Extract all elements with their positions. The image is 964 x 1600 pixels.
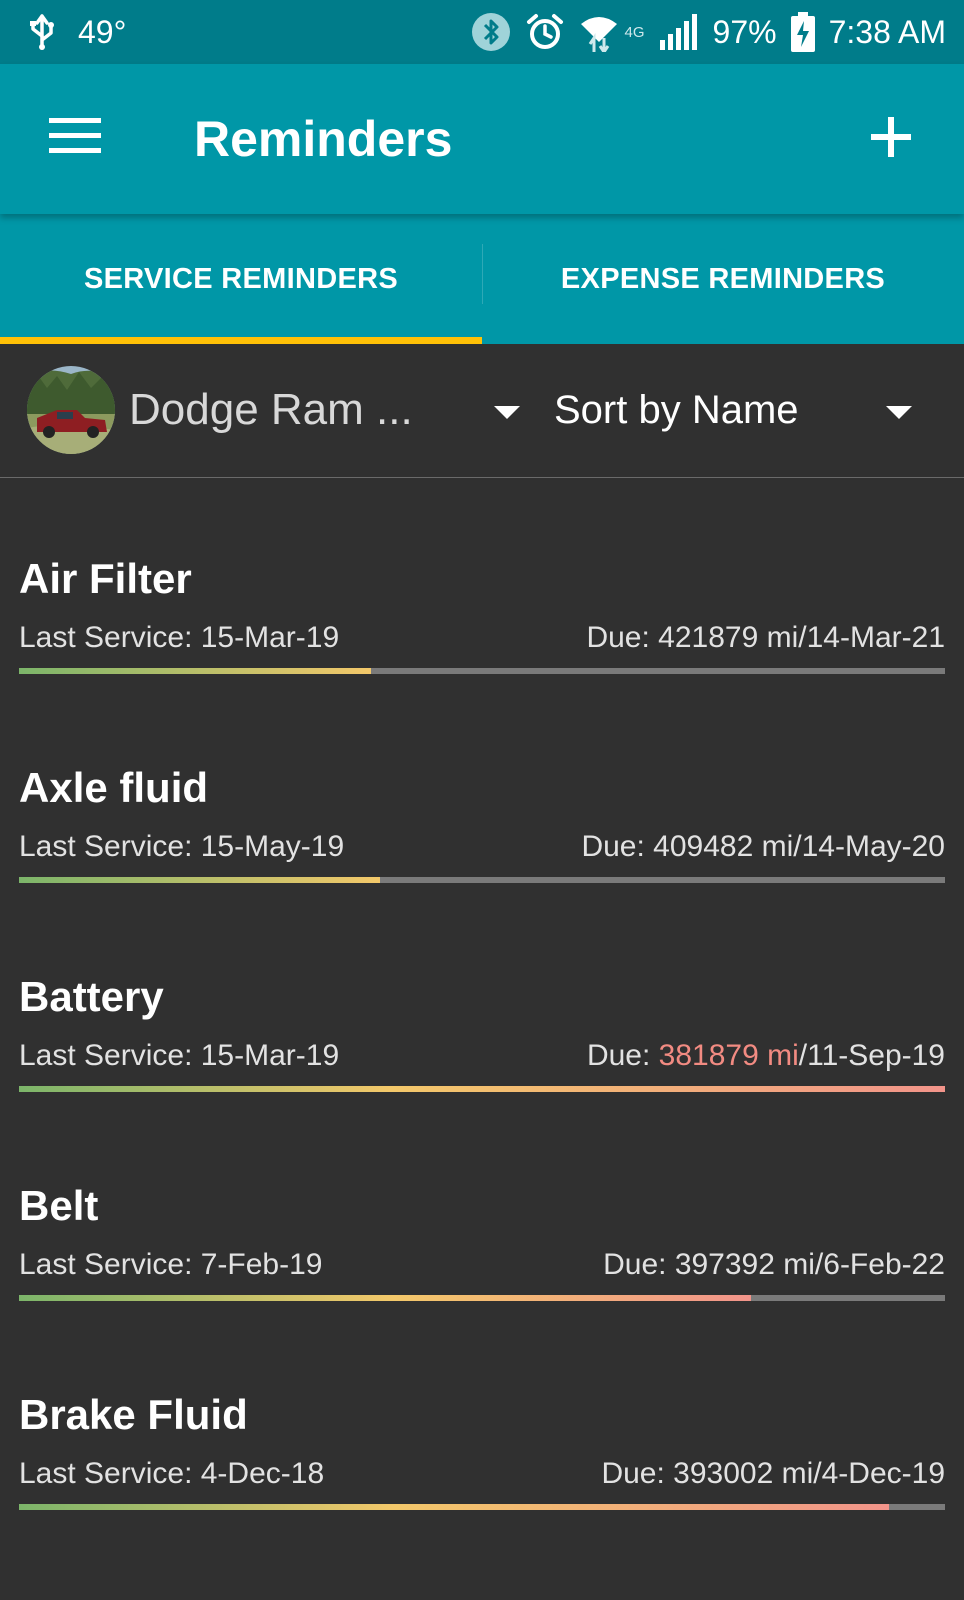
wifi-icon [579, 12, 619, 52]
reminder-name: Belt [19, 1182, 99, 1229]
hamburger-menu-icon [49, 117, 101, 159]
reminder-item[interactable]: Axle fluid Last Service: 15-May-19 Due: … [0, 687, 964, 896]
battery-charging-icon [790, 12, 815, 52]
plus-icon [871, 116, 911, 162]
reminder-item[interactable]: Belt Last Service: 7-Feb-19 Due: 397392 … [0, 1105, 964, 1314]
tab-bar: SERVICE REMINDERS EXPENSE REMINDERS [0, 214, 964, 344]
progress-track [19, 877, 945, 883]
progress-track [19, 1086, 945, 1092]
progress-track [19, 1295, 945, 1301]
due-prefix: Due: [603, 1248, 675, 1281]
due-prefix: Due: [601, 1457, 674, 1490]
progress-track [19, 1504, 945, 1510]
clock-time: 7:38 AM [828, 13, 946, 50]
due-date: /11-Sep-19 [798, 1039, 945, 1072]
alarm-icon [525, 12, 565, 52]
vehicle-avatar [27, 366, 115, 454]
reminder-name: Brake Fluid [19, 1391, 248, 1438]
progress-track [19, 668, 945, 674]
sort-selector[interactable]: Sort by Name [540, 344, 964, 477]
last-service-text: Last Service: 15-Mar-19 [19, 621, 340, 654]
due-text: Due: 421879 mi/14-Mar-21 [586, 620, 945, 656]
progress-fill [19, 1086, 945, 1092]
due-date: /14-Mar-21 [798, 621, 945, 654]
reminder-item[interactable]: Battery Last Service: 15-Mar-19 Due: 381… [0, 896, 964, 1105]
reminder-item[interactable]: Air Filter Last Service: 15-Mar-19 Due: … [0, 478, 964, 687]
add-reminder-button[interactable] [854, 102, 928, 176]
vehicle-name: Dodge Ram ... [129, 385, 413, 434]
progress-fill [19, 668, 371, 674]
due-prefix: Due: [581, 830, 654, 863]
due-text: Due: 393002 mi/4-Dec-19 [601, 1456, 945, 1492]
progress-fill [19, 877, 381, 883]
due-miles: 393002 mi [673, 1457, 814, 1490]
sort-label: Sort by Name [554, 388, 799, 432]
network-type-label: 4G [624, 24, 645, 41]
progress-fill [19, 1504, 890, 1510]
reminder-name: Battery [19, 973, 164, 1020]
last-service-text: Last Service: 15-May-19 [19, 830, 345, 863]
vehicle-dropdown-caret-icon [494, 406, 520, 419]
due-date: /6-Feb-22 [814, 1248, 945, 1281]
progress-fill [19, 1295, 751, 1301]
last-service-text: Last Service: 15-Mar-19 [19, 1039, 340, 1072]
tab-expense-reminders[interactable]: EXPENSE REMINDERS [482, 214, 964, 344]
due-prefix: Due: [586, 1039, 659, 1072]
temperature-label: 49° [78, 13, 127, 50]
filter-bar: Dodge Ram ... Sort by Name [0, 344, 964, 478]
page-title: Reminders [194, 111, 453, 167]
app-bar: Reminders [0, 64, 964, 214]
due-text: Due: 409482 mi/14-May-20 [581, 829, 945, 865]
due-miles: 421879 mi [658, 621, 799, 654]
battery-percent: 97% [712, 13, 777, 50]
reminder-name: Axle fluid [19, 764, 209, 811]
usb-icon [28, 14, 56, 50]
due-miles: 409482 mi [653, 830, 794, 863]
sort-dropdown-caret-icon [886, 406, 912, 419]
due-prefix: Due: [586, 621, 659, 654]
due-text: Due: 381879 mi/11-Sep-19 [587, 1038, 945, 1074]
due-date: /14-May-20 [793, 830, 945, 863]
reminder-item[interactable]: Brake Fluid Last Service: 4-Dec-18 Due: … [0, 1314, 964, 1523]
signal-strength-icon [659, 14, 699, 50]
reminder-name: Air Filter [19, 555, 192, 602]
due-miles: 397392 mi [674, 1248, 815, 1281]
bluetooth-icon [471, 12, 511, 52]
menu-button[interactable] [38, 106, 112, 170]
due-date: /4-Dec-19 [813, 1457, 945, 1490]
tab-service-reminders[interactable]: SERVICE REMINDERS [0, 214, 482, 344]
last-service-text: Last Service: 4-Dec-18 [19, 1457, 325, 1490]
vehicle-selector[interactable]: Dodge Ram ... [0, 344, 540, 477]
due-text: Due: 397392 mi/6-Feb-22 [603, 1247, 945, 1283]
status-bar: 49° 4G 97% 7:38 AM [0, 0, 964, 64]
last-service-text: Last Service: 7-Feb-19 [19, 1248, 323, 1281]
due-miles: 381879 mi [658, 1039, 799, 1072]
